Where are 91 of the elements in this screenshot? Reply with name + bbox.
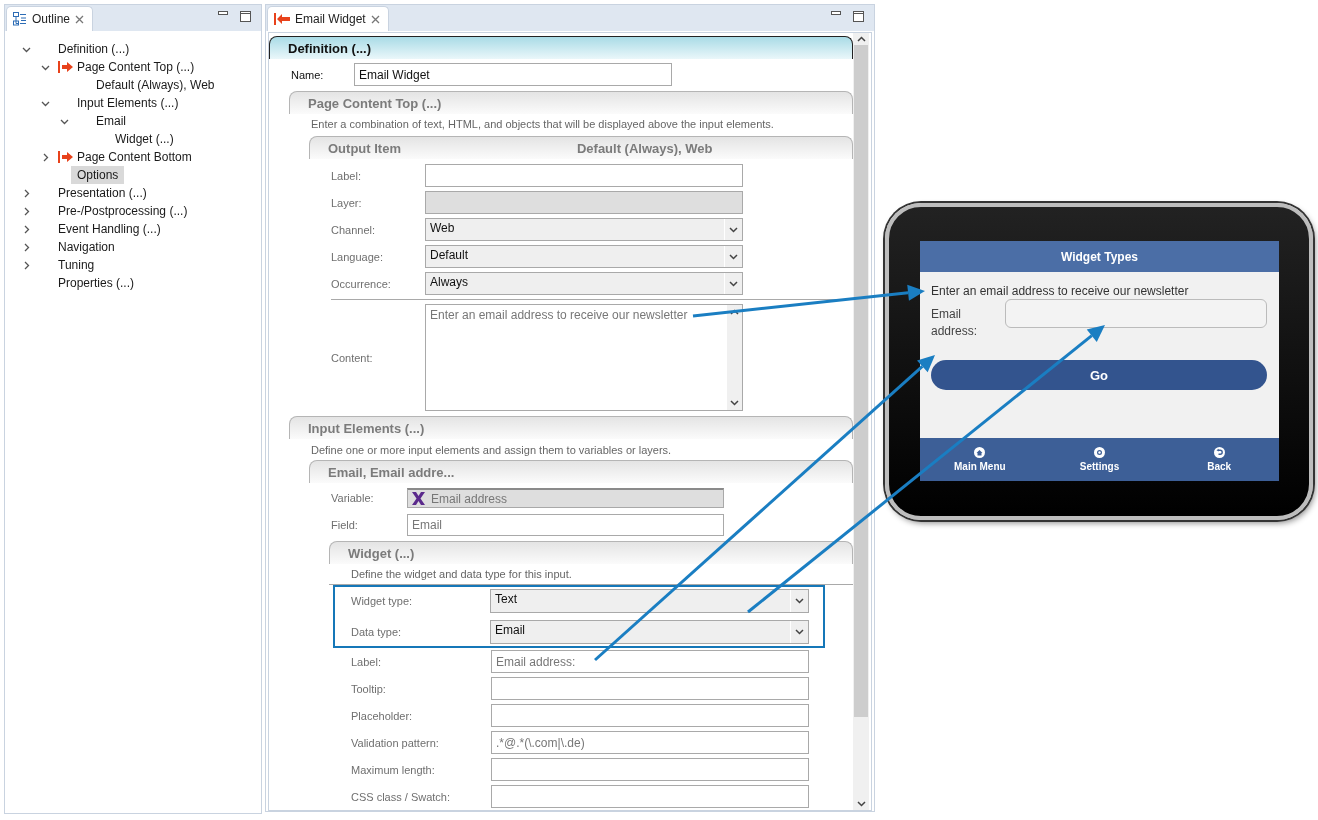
field-label: Data type:: [351, 626, 403, 638]
section-header[interactable]: Definition (...): [269, 36, 853, 59]
field-label: Occurrence:: [331, 277, 392, 290]
tree-item[interactable]: Event Handling (...): [52, 220, 167, 238]
field-label: Widget type:: [351, 595, 414, 607]
tree-item[interactable]: Page Content Bottom: [71, 148, 198, 166]
chevron-down-icon[interactable]: [856, 801, 866, 807]
nav-item[interactable]: Main Menu: [920, 438, 1040, 481]
dropdown[interactable]: Web: [425, 218, 743, 241]
chevron-down-icon[interactable]: [729, 253, 738, 260]
field-label: Label:: [351, 655, 382, 668]
section-description: Enter a combination of text, HTML, and objects that will be displayed above the input elements.: [311, 117, 775, 132]
tree-item[interactable]: Definition (...): [52, 40, 136, 58]
app-header: Widget Types: [920, 241, 1279, 272]
x-icon: [411, 491, 426, 506]
tree-item[interactable]: Default (Always), Web: [90, 76, 221, 94]
tree-item[interactable]: Widget (...): [109, 130, 180, 148]
field-label: Email address:: [931, 306, 979, 340]
outline-icon: [13, 12, 27, 26]
chevron-down-icon[interactable]: [795, 629, 804, 635]
text-field[interactable]: Email address:: [491, 650, 809, 673]
chevron-down-icon[interactable]: [729, 226, 738, 233]
tree-item[interactable]: Navigation: [52, 238, 121, 256]
scrollbar[interactable]: [727, 305, 742, 410]
section-description: Define the widget and data type for this input.: [351, 567, 573, 582]
field-label: Field:: [331, 519, 359, 531]
tree-item[interactable]: Page Content Top (...): [71, 58, 201, 76]
text-field[interactable]: Email: [407, 514, 724, 536]
field-label: Channel:: [331, 223, 377, 236]
section-header[interactable]: Page Content Top (...): [289, 91, 853, 114]
text-field[interactable]: [491, 704, 809, 727]
go-button[interactable]: Go: [931, 360, 1267, 390]
tree-item[interactable]: Email: [90, 112, 132, 130]
field-label: Validation pattern:: [351, 736, 440, 749]
nav-item[interactable]: Settings: [1039, 438, 1160, 481]
section-header[interactable]: Widget (...): [329, 541, 853, 564]
text-field[interactable]: [491, 677, 809, 700]
dropdown[interactable]: Always: [425, 272, 743, 295]
dropdown[interactable]: Text: [490, 589, 809, 613]
minimize-icon[interactable]: [218, 11, 228, 16]
field-label: Label:: [331, 169, 362, 182]
section-description: Define one or more input elements and assign them to variables or layers.: [311, 442, 673, 458]
text-field[interactable]: Email Widget: [354, 63, 672, 86]
chevron-up-icon[interactable]: [856, 36, 866, 42]
minimize-icon[interactable]: [831, 11, 841, 16]
chevron-down-icon[interactable]: [795, 598, 804, 604]
section-header[interactable]: Email, Email addre...: [309, 460, 853, 483]
back-icon: [1213, 447, 1225, 458]
tree-item[interactable]: Options: [71, 166, 125, 184]
tree-item[interactable]: Pre-/Postprocessing (...): [52, 202, 194, 220]
text-field[interactable]: [425, 164, 743, 187]
close-icon[interactable]: [370, 14, 380, 24]
text-field[interactable]: [491, 758, 809, 781]
tree-item[interactable]: Presentation (...): [52, 184, 153, 202]
chevron-up-icon[interactable]: [730, 309, 739, 315]
field-label: Placeholder:: [351, 709, 414, 722]
bar-arrow-left-icon: [274, 13, 290, 25]
email-field[interactable]: [1005, 299, 1267, 328]
field-label: Maximum length:: [351, 763, 436, 776]
tree-item[interactable]: Tuning: [52, 256, 101, 274]
home-icon: [974, 447, 986, 458]
content-field[interactable]: Enter an email address to receive our newsletter: [425, 304, 743, 411]
text-field[interactable]: [491, 785, 809, 808]
editor-tab[interactable]: Email Widget: [267, 6, 389, 31]
tree-item[interactable]: Properties (...): [52, 274, 141, 292]
section-header[interactable]: Input Elements (...): [289, 416, 853, 439]
bar-arrow-right-icon: [58, 151, 74, 163]
chevron-down-icon[interactable]: [730, 400, 739, 406]
scrollbar-thumb[interactable]: [854, 45, 868, 717]
outline-tab[interactable]: Outline: [6, 6, 94, 31]
field-label: Name:: [291, 68, 325, 81]
dropdown[interactable]: Email: [490, 620, 809, 644]
maximize-icon[interactable]: [853, 11, 864, 22]
scrollbar[interactable]: [853, 33, 869, 810]
text-field[interactable]: .*@.*(\.com|\.de): [491, 731, 809, 754]
intro-text: Enter an email address to receive our newsletter: [931, 284, 1190, 298]
close-icon[interactable]: [75, 14, 85, 24]
maximize-icon[interactable]: [240, 11, 251, 22]
field-label: CSS class / Swatch:: [351, 790, 452, 803]
field-label: Variable:: [331, 492, 375, 504]
field-label: Tooltip:: [351, 682, 387, 695]
field-label: Content:: [331, 351, 374, 364]
dropdown[interactable]: Default: [425, 245, 743, 268]
field-label: Language:: [331, 250, 384, 263]
section-header[interactable]: Output Item Default (Always), Web: [309, 136, 853, 159]
chevron-down-icon[interactable]: [729, 280, 738, 287]
tree-item[interactable]: Input Elements (...): [71, 94, 185, 112]
bar-arrow-right-icon: [58, 61, 74, 73]
nav-item[interactable]: Back: [1159, 438, 1279, 481]
field-label: Layer:: [331, 196, 363, 209]
settings-icon: [1094, 447, 1105, 458]
